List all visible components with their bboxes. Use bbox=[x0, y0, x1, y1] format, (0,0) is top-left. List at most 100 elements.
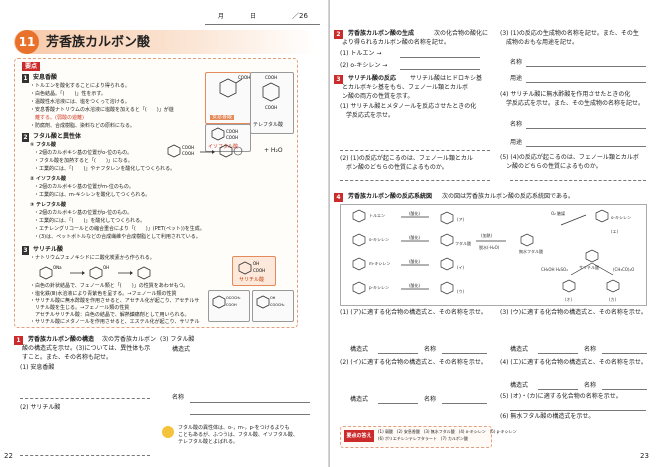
svg-text:OH: OH bbox=[270, 296, 276, 300]
answer-line[interactable] bbox=[538, 389, 578, 390]
answer-line[interactable] bbox=[340, 180, 490, 181]
right-page: 2 芳香族カルボン酸の生成 次の化合物の酸化に より得られるカルボン酸の名称を記… bbox=[330, 0, 660, 467]
diagram-label: (酸化) bbox=[409, 210, 421, 216]
answer-line[interactable] bbox=[526, 128, 646, 129]
answers-line: (1) 弱酸 (2) 安息香酸 (3) 無水フタル酸 (4) o-キシレン (5… bbox=[378, 429, 517, 434]
salicylic-synthesis-icon: ONa OH bbox=[39, 265, 151, 280]
s1-line: ・白色結晶。「( )」性を示す。 bbox=[30, 91, 106, 97]
s2-num: 2 bbox=[22, 133, 29, 142]
s1-num: 1 bbox=[22, 74, 29, 83]
answer-line[interactable] bbox=[20, 455, 150, 456]
mol-label: 安息香酸 bbox=[210, 114, 235, 120]
q3-item: 成物のおもな用途を記せ。 bbox=[500, 39, 579, 46]
q1-sub: 構造式 bbox=[172, 346, 191, 353]
chapter-number: 11 bbox=[15, 30, 39, 54]
answer-line[interactable] bbox=[400, 57, 480, 58]
answer-line[interactable] bbox=[20, 398, 150, 399]
q4-text: 次の図は芳香族カルボン酸の反応系統図である。 bbox=[442, 193, 574, 200]
q4-sub: 名称 bbox=[424, 396, 437, 403]
s3-line: リチル酸を生じる。→フェノール類の性質 bbox=[30, 305, 130, 311]
answer-line[interactable] bbox=[400, 69, 480, 70]
answer-line[interactable] bbox=[378, 353, 418, 354]
day-label: 日 bbox=[250, 13, 257, 20]
answer-line[interactable] bbox=[526, 66, 646, 67]
methyl-salicylate-structure: OH COOCH₃ bbox=[252, 290, 294, 322]
name-answer-line[interactable] bbox=[190, 414, 250, 415]
q2-item-2: (2) o-キシレン → bbox=[340, 62, 388, 69]
s2-sub1: ① フタル酸 bbox=[30, 142, 56, 148]
answer-line[interactable] bbox=[442, 353, 487, 354]
mol-label: サリチル酸 bbox=[239, 277, 265, 283]
q3-item: ボン酸のどちらの性質によるものか。 bbox=[340, 164, 448, 171]
answers-badge: 要点の答え bbox=[344, 430, 374, 442]
svg-text:COOH: COOH bbox=[238, 75, 250, 80]
answer-line[interactable] bbox=[442, 403, 487, 404]
benzoic-acid-structure: COOH 安息香酸 bbox=[205, 72, 251, 124]
diagram-label: フタル酸 bbox=[455, 240, 471, 246]
q1-item-1: (1) 安息香酸 bbox=[20, 364, 55, 371]
q1-text: すこと。また、その名称も記せ。 bbox=[22, 354, 113, 361]
answer-line[interactable] bbox=[378, 403, 418, 404]
svg-text:COOH: COOH bbox=[253, 268, 265, 273]
chapter-title: 芳香族カルボン酸 bbox=[46, 35, 151, 50]
diagram-label: (酸化) bbox=[409, 282, 421, 288]
answer-line[interactable] bbox=[602, 353, 647, 354]
answers-line: (6) ポリエチレンテレフタラート (7) カルボン酸 bbox=[378, 436, 468, 441]
diagram-label: 無水フタル酸 bbox=[519, 248, 543, 254]
q4-item: (5) (オ)・(カ)に適する化合物の名称を示せ。 bbox=[500, 393, 622, 400]
q1-item-3: (3) フタル酸 bbox=[160, 336, 195, 343]
s2-line: ・エチレングリコールとの縮合重合により「( )」(PET(ペット))を生成。 bbox=[34, 226, 205, 232]
s3-line: ・塩化鉄(Ⅲ)水溶液により青紫色を呈する。→フェノール類の性質 bbox=[30, 291, 177, 297]
answer-line[interactable] bbox=[340, 150, 490, 151]
answer-line[interactable] bbox=[526, 82, 646, 83]
answer-line[interactable] bbox=[526, 146, 646, 147]
diagram-slot: (ア) bbox=[457, 217, 465, 222]
left-page: 月 日 ／26 11 芳香族カルボン酸 要点 1 安息香酸 ・トルエンを酸化する… bbox=[0, 0, 330, 467]
q3-title: サリチル酸の反応 bbox=[348, 75, 397, 82]
name-answer-line[interactable] bbox=[190, 402, 250, 403]
month-label: 月 bbox=[218, 13, 225, 20]
s1-line: ・安息香酸ナトリウムの水溶液に塩酸を加えると「( )」が遊 bbox=[30, 107, 174, 113]
q3-item: ン酸のどちらの性質によるものか。 bbox=[500, 163, 602, 170]
acetylsalicylic-acid-structure: OCOCH₃ COOH bbox=[208, 290, 250, 322]
q4-item: (1) (ア)に適する化合物の構造式と、その名称を示せ。 bbox=[340, 309, 487, 316]
s2-line: ・工業的には、m-キシレンを酸化してつくられる。 bbox=[34, 192, 151, 198]
svg-text:OH: OH bbox=[253, 261, 259, 266]
name-answer-line[interactable] bbox=[250, 402, 310, 403]
diagram-label: o-キシレン bbox=[611, 215, 631, 220]
answer-line[interactable] bbox=[538, 353, 578, 354]
q3-item: (3) (1)の反応の生成物の名称を記せ。また、その生 bbox=[500, 30, 639, 37]
diagram-label: サリチル酸 bbox=[579, 264, 599, 270]
q3-text: サリチル酸はヒドロキシ基 bbox=[410, 75, 483, 82]
s1-line: 離する。(弱酸の遊離) bbox=[30, 115, 84, 121]
name-answer-line[interactable] bbox=[250, 414, 310, 415]
diagram-label: (CH₃CO)₂O bbox=[613, 267, 634, 272]
q4-sub: 構造式 bbox=[350, 346, 369, 353]
answer-line[interactable] bbox=[602, 389, 647, 390]
q2-num: 2 bbox=[334, 30, 343, 39]
q3-text: ン酸の両方の性質を示す。 bbox=[342, 93, 414, 100]
diagram-label-pxylene: p-キシレン bbox=[369, 285, 389, 290]
svg-text:COOH: COOH bbox=[226, 303, 237, 307]
lightbulb-icon bbox=[162, 426, 174, 438]
q4-item: (2) (イ)に適する化合物の構造式と、その名称を示せ。 bbox=[340, 359, 487, 366]
svg-text:OH: OH bbox=[103, 265, 109, 270]
q3-item: 学反応式を示せ。また、その生成物の名称を記せ。 bbox=[500, 100, 645, 107]
svg-text:COOH: COOH bbox=[265, 105, 277, 110]
s2-line: ・(3)は、ペットボトルなどの合成繊維や合成樹脂として利用されている。 bbox=[34, 234, 201, 240]
s3-num: 3 bbox=[22, 246, 29, 255]
q2-text: より得られるカルボン酸の名称を記せ。 bbox=[342, 39, 450, 46]
q3-label: 用途 bbox=[510, 139, 523, 146]
q4-item: (4) (エ)に適する化合物の構造式と、その名称を示せ。 bbox=[500, 359, 647, 366]
q3-item: (1) サリチル酸とメタノールを反応させたときの化 bbox=[340, 103, 477, 110]
diagram-label: (加熱) bbox=[481, 232, 493, 238]
q1-text: 次の芳香族カルボン bbox=[102, 336, 157, 343]
q1-num: 1 bbox=[14, 336, 23, 345]
answer-line[interactable] bbox=[510, 180, 646, 181]
q4-num: 4 bbox=[334, 193, 343, 202]
q3-item: (4) サリチル酸に無水酢酸を作用させたときの化 bbox=[500, 91, 631, 98]
diagram-label: (酸化) bbox=[409, 258, 421, 264]
answer-line[interactable] bbox=[510, 410, 646, 411]
reaction-product: + H₂O bbox=[264, 147, 283, 154]
q1-hint: フタル酸の異性体は、o-，m-，p-をつけるよりも こともあるが、ふつうは、フタ… bbox=[178, 425, 298, 445]
